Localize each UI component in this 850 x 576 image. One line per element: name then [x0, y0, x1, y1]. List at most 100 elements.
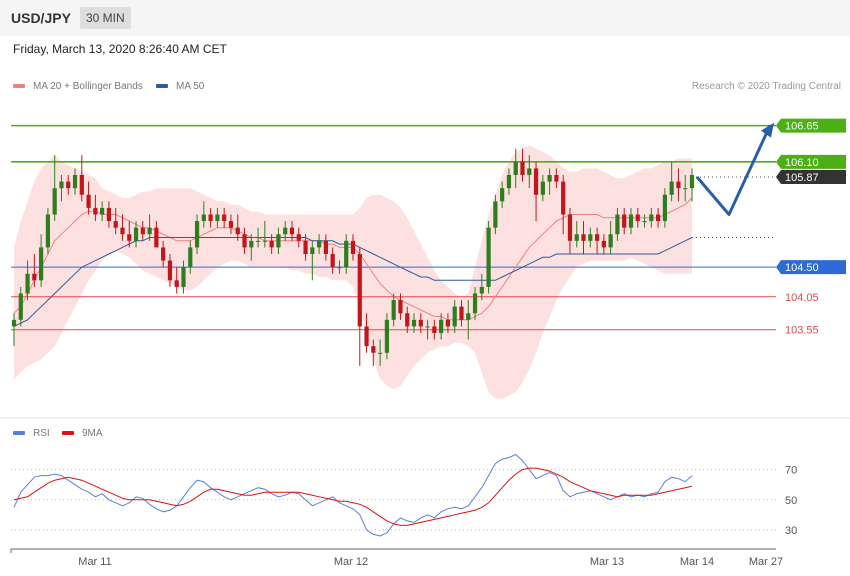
candle-body: [161, 247, 166, 261]
candle-body: [106, 207, 112, 222]
rsi-tick-30: 30: [785, 525, 797, 537]
candle-body: [310, 247, 315, 254]
candle-body: [323, 240, 328, 254]
candle-body: [547, 175, 552, 182]
candle-body: [208, 214, 213, 222]
time-tick-label: Mar 14: [680, 556, 714, 568]
candle-body: [479, 286, 484, 294]
candle-body: [500, 188, 505, 202]
candle-body: [642, 221, 647, 223]
candle-body: [52, 188, 57, 215]
candle-body: [384, 319, 390, 353]
candle-body: [364, 326, 369, 347]
candle-body: [357, 254, 362, 327]
candle-body: [330, 254, 335, 268]
candle-body: [11, 319, 17, 327]
candle-body: [635, 214, 640, 222]
last-price-label: 105.87: [785, 172, 819, 184]
candle-body: [432, 326, 437, 333]
candle-body: [174, 280, 179, 287]
candle-body: [113, 221, 118, 228]
candle-body: [350, 240, 356, 254]
candle-body: [425, 326, 430, 328]
candle-body: [411, 319, 417, 327]
candle-body: [588, 234, 593, 241]
candle-body: [228, 221, 234, 228]
candle-body: [262, 240, 267, 242]
candle-body: [147, 227, 152, 235]
candle-body: [188, 247, 193, 268]
candle-body: [594, 234, 600, 241]
candle-body: [683, 188, 688, 190]
candle-body: [486, 227, 491, 287]
candle-body: [66, 181, 71, 189]
candle-body: [133, 227, 139, 241]
candle-body: [269, 240, 274, 248]
candle-body: [676, 181, 681, 189]
candle-body: [601, 240, 606, 248]
time-tick-label: Mar 13: [590, 556, 624, 568]
candle-body: [533, 168, 539, 195]
time-tick-label: Mar 12: [334, 556, 368, 568]
candle-body: [405, 313, 410, 327]
time-tick-label: Mar 11: [78, 556, 111, 568]
candle-body: [628, 214, 634, 228]
candle-body: [140, 227, 145, 235]
candle-body: [201, 214, 206, 222]
candle-body: [371, 346, 376, 353]
candle-body: [242, 234, 247, 248]
price-chart[interactable]: 106.65 106.10 104.50 104.05 103.55 105.87 30 50…: [0, 0, 850, 576]
candle-body: [167, 260, 173, 281]
candle-body: [493, 201, 498, 228]
candle-body: [391, 300, 396, 320]
candle-body: [154, 227, 159, 248]
candle-body: [554, 175, 559, 182]
candle-body: [378, 352, 383, 354]
candle-body: [615, 214, 620, 235]
candle-body: [506, 175, 512, 189]
candle-body: [581, 234, 586, 241]
candle-body: [398, 300, 403, 314]
candle-body: [249, 240, 254, 248]
candle-body: [520, 161, 525, 175]
candle-body: [669, 181, 674, 195]
candle-body: [59, 181, 64, 189]
candle-body: [181, 267, 186, 287]
candle-body: [337, 267, 342, 269]
rsi-9ma-line: [13, 467, 693, 526]
candle-body: [574, 234, 579, 241]
candle-body: [459, 306, 464, 320]
candle-body: [655, 214, 661, 222]
candle-body: [540, 181, 545, 195]
candle-body: [127, 234, 132, 241]
candle-body: [222, 214, 227, 222]
candle-body: [45, 214, 51, 248]
level-label-103.55: 103.55: [785, 325, 819, 337]
candle-body: [567, 214, 573, 241]
candle-body: [86, 194, 91, 208]
candle-body: [303, 240, 308, 254]
candle-body: [72, 175, 78, 189]
level-label-106.10: 106.10: [785, 157, 819, 169]
candle-body: [622, 214, 627, 228]
candle-body: [18, 293, 23, 320]
candle-body: [608, 234, 613, 248]
candle-body: [513, 161, 518, 175]
candle-body: [561, 181, 566, 215]
candle-body: [93, 207, 98, 215]
candle-body: [215, 214, 220, 222]
level-label-104.50: 104.50: [785, 262, 819, 274]
candle-body: [527, 168, 532, 175]
candle-body: [194, 221, 200, 248]
candle-body: [649, 214, 654, 222]
candle-body: [466, 313, 471, 320]
candle-body: [296, 234, 301, 241]
level-label-104.05: 104.05: [785, 292, 819, 304]
candle-body: [472, 293, 478, 314]
candle-body: [445, 319, 451, 327]
candle-body: [32, 273, 37, 281]
candle-body: [689, 175, 695, 189]
candle-body: [100, 207, 105, 215]
time-tick-label: Mar 27: [749, 556, 783, 568]
candle-body: [276, 234, 281, 248]
